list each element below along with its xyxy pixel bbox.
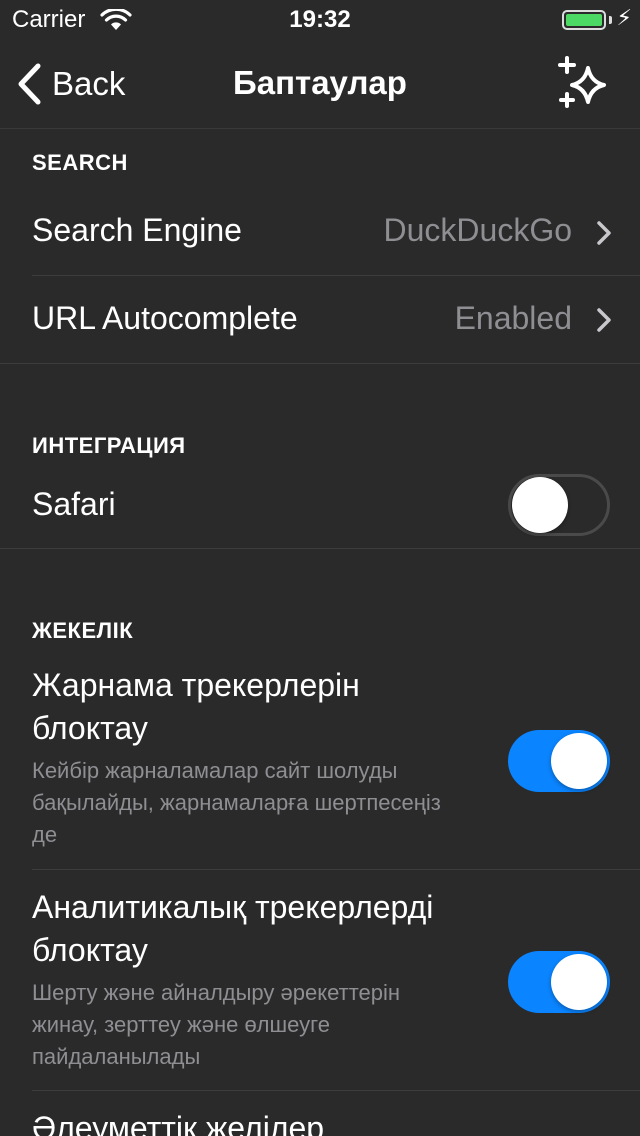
safari-label: Safari [32,486,116,522]
section-separator [0,363,640,364]
block-analytics-trackers-label: Аналитикалық трекерлерді блоктау [32,889,434,968]
url-autocomplete-value: Enabled [454,300,572,336]
battery-icon [562,10,606,30]
url-autocomplete-label: URL Autocomplete [32,300,298,336]
section-header-search: SEARCH [32,150,128,175]
social-networks-row: Әлеуметтік желілер [0,1091,640,1136]
back-button[interactable]: Back [16,60,125,108]
block-ad-trackers-toggle[interactable] [508,730,610,792]
toggle-knob [551,954,607,1010]
status-time: 19:32 [289,6,351,33]
toggle-knob [512,477,568,533]
url-autocomplete-row[interactable]: URL Autocomplete Enabled [0,276,640,363]
section-header-privacy: ЖЕКЕЛІК [32,618,134,643]
block-analytics-trackers-toggle[interactable] [508,951,610,1013]
block-ad-trackers-row: Жарнама трекерлерін блоктау Кейбір жарна… [0,648,640,869]
battery-tip [609,16,612,24]
block-analytics-trackers-description: Шерту және айналдыру әрекеттерін жинау, … [32,980,401,1069]
block-ad-trackers-description: Кейбір жарналамалар сайт шолуды бақылайд… [32,758,441,847]
back-label: Back [52,65,126,102]
safari-row: Safari [0,466,640,548]
toggle-knob [551,733,607,789]
chevron-right-icon [597,221,611,245]
social-networks-label: Әлеуметтік желілер [32,1110,325,1136]
block-ad-trackers-label: Жарнама трекерлерін блоктау [32,667,360,746]
search-engine-value: DuckDuckGo [383,212,573,248]
search-engine-row[interactable]: Search Engine DuckDuckGo [0,188,640,276]
battery-level [566,14,602,26]
section-separator [0,548,640,549]
search-engine-label: Search Engine [32,212,242,248]
safari-toggle[interactable] [508,474,610,536]
sparkle-icon[interactable] [556,56,612,112]
block-analytics-trackers-row: Аналитикалық трекерлерді блоктау Шерту ж… [0,870,640,1090]
chevron-right-icon [597,308,611,332]
section-header-integration: ИНТЕГРАЦИЯ [32,433,186,458]
chevron-left-icon [18,63,41,105]
navigation-bar: Back Баптаулар [0,40,640,129]
charging-bolt-icon: ⚡︎ [616,5,632,30]
status-bar: Carrier 19:32 ⚡︎ [0,0,640,40]
